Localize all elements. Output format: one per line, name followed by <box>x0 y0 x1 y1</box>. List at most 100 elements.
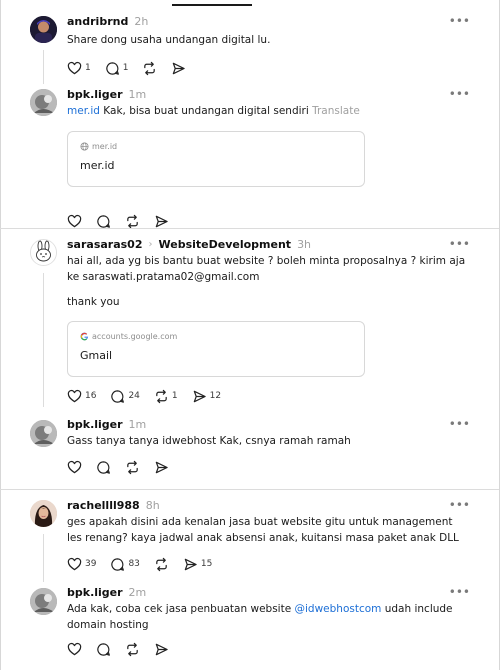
post-text: Ada kak, coba cek jasa penbuatan website… <box>67 601 463 633</box>
like-count: 1 <box>85 63 91 73</box>
username[interactable]: bpk.liger <box>67 586 123 599</box>
post-time: 1m <box>128 87 147 101</box>
reply-button[interactable] <box>96 642 111 657</box>
avatar[interactable] <box>30 239 57 266</box>
reply-button[interactable] <box>96 460 111 475</box>
share-button[interactable]: 15 <box>183 557 212 572</box>
username[interactable]: bpk.liger <box>67 88 123 101</box>
post-time: 2m <box>128 585 147 599</box>
like-button[interactable]: 16 <box>67 389 96 404</box>
reply-button[interactable]: 83 <box>110 557 140 572</box>
like-button[interactable] <box>67 214 82 229</box>
like-button[interactable] <box>67 460 82 475</box>
share-icon <box>184 558 197 570</box>
share-icon <box>155 215 168 227</box>
reply-body: bpk.liger 1m ••• mer.id Kak, bisa buat u… <box>67 87 470 228</box>
avatar-image <box>30 588 57 615</box>
post-header: sarasaras02 › WebsiteDevelopment 3h <box>67 237 470 251</box>
thread-line <box>43 50 44 84</box>
share-button[interactable]: 12 <box>192 389 221 404</box>
action-bar: 16 24 1 12 <box>67 388 235 404</box>
repost-button[interactable] <box>142 61 157 76</box>
comment-icon <box>97 460 110 474</box>
avatar[interactable] <box>30 89 57 116</box>
action-bar: 39 83 15 <box>67 556 226 572</box>
chevron-right-icon: › <box>148 238 153 250</box>
like-count: 16 <box>85 391 97 401</box>
frame-border <box>0 0 1 670</box>
link-preview-card[interactable]: mer.id mer.id <box>67 131 365 187</box>
heart-icon <box>67 460 82 473</box>
username[interactable]: rachellll988 <box>67 499 140 512</box>
repost-button[interactable] <box>125 460 140 475</box>
repost-button[interactable] <box>154 557 169 572</box>
action-bar <box>67 213 183 229</box>
share-button[interactable] <box>154 460 169 475</box>
post-text-2: thank you <box>67 296 120 308</box>
post-time: 2h <box>134 14 149 28</box>
community-name[interactable]: WebsiteDevelopment <box>159 238 292 251</box>
post-header: bpk.liger 1m <box>67 87 470 101</box>
avatar-image <box>30 500 57 527</box>
share-button[interactable] <box>154 642 169 657</box>
more-icon[interactable]: ••• <box>449 417 470 431</box>
username[interactable]: sarasaras02 <box>67 238 143 251</box>
text-segment: Ada kak, coba cek jasa penbuatan website <box>67 603 295 615</box>
repost-icon <box>127 214 138 228</box>
share-button[interactable] <box>154 214 169 229</box>
comment-icon <box>106 61 119 75</box>
repost-button[interactable]: 1 <box>154 389 178 404</box>
repost-button[interactable] <box>125 642 140 657</box>
thread-divider <box>0 228 499 229</box>
more-icon[interactable]: ••• <box>449 87 470 101</box>
repost-button[interactable] <box>125 214 140 229</box>
share-button[interactable] <box>171 61 186 76</box>
more-icon[interactable]: ••• <box>449 498 470 512</box>
reply-count: 83 <box>128 559 140 569</box>
avatar[interactable] <box>30 588 57 615</box>
link[interactable]: mer.id <box>67 105 100 117</box>
thread-line <box>43 534 44 582</box>
more-icon[interactable]: ••• <box>449 237 470 251</box>
thread-2: sarasaras02 › WebsiteDevelopment 3h ••• … <box>30 237 470 477</box>
avatar-image <box>30 16 57 43</box>
post-time: 1m <box>128 417 147 431</box>
reply-button[interactable]: 24 <box>110 389 140 404</box>
post-text: ges apakah disini ada kenalan jasa buat … <box>67 516 459 544</box>
avatar[interactable] <box>30 16 57 43</box>
text-segment: Kak, bisa buat undangan digital sendiri <box>99 105 309 117</box>
more-icon[interactable]: ••• <box>449 14 470 28</box>
avatar-image <box>31 240 56 265</box>
share-icon <box>155 643 168 655</box>
thread-1: andribrnd 2h ••• Share dong usaha undang… <box>30 14 470 228</box>
username[interactable]: andribrnd <box>67 15 128 28</box>
card-title: Gmail <box>80 349 113 362</box>
translate-link[interactable]: Translate <box>312 105 360 117</box>
mention-link[interactable]: @idwebhostcom <box>295 603 382 615</box>
like-button[interactable]: 39 <box>67 557 96 572</box>
reply-body: bpk.liger 2m ••• Ada kak, coba cek jasa … <box>67 585 470 665</box>
username[interactable]: bpk.liger <box>67 418 123 431</box>
reply-button[interactable] <box>96 214 111 229</box>
post-header: rachellll988 8h <box>67 498 470 512</box>
more-icon[interactable]: ••• <box>449 585 470 599</box>
post-body: andribrnd 2h ••• Share dong usaha undang… <box>67 14 470 84</box>
post-body: rachellll988 8h ••• ges apakah disini ad… <box>67 498 470 582</box>
comment-icon <box>97 642 110 656</box>
avatar[interactable] <box>30 500 57 527</box>
action-bar: 1 1 <box>67 60 200 76</box>
like-button[interactable] <box>67 642 82 657</box>
link-preview-card[interactable]: accounts.google.com Gmail <box>67 321 365 377</box>
like-button[interactable]: 1 <box>67 61 91 76</box>
card-domain-text: accounts.google.com <box>92 332 178 341</box>
action-bar <box>67 641 183 657</box>
reply-button[interactable]: 1 <box>105 61 128 76</box>
avatar[interactable] <box>30 420 57 447</box>
post-header: bpk.liger 2m <box>67 585 470 599</box>
google-icon <box>80 332 89 341</box>
post-time: 8h <box>145 498 160 512</box>
share-icon <box>155 461 168 473</box>
top-indicator <box>172 4 252 6</box>
heart-icon <box>67 214 82 227</box>
action-bar <box>67 459 183 475</box>
